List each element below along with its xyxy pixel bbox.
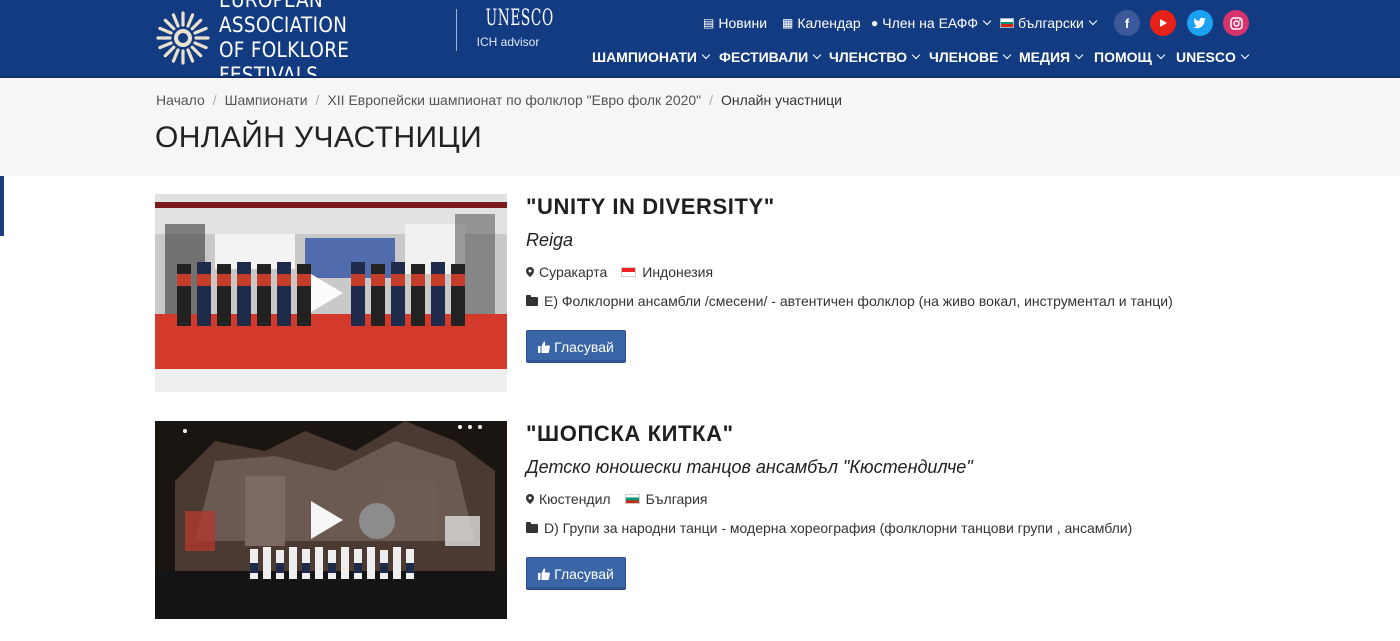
calendar-link[interactable]: ▦ Календар	[782, 13, 861, 33]
nav-members-label: ЧЛЕНОВЕ	[929, 49, 999, 65]
entry-title[interactable]: "ШОПСКА КИТКА"	[526, 421, 734, 447]
entry-location: Кюстендил България	[526, 491, 707, 507]
member-label: Член на ЕАФФ	[882, 15, 979, 31]
site-logo[interactable]: EUROPEAN ASSOCIATION OF FOLKLORE FESTIVA…	[155, 0, 469, 87]
play-icon[interactable]	[311, 501, 343, 539]
vote-label: Гласувай	[554, 565, 614, 582]
video-thumbnail[interactable]	[155, 421, 507, 619]
chevron-down-icon	[982, 16, 992, 26]
vote-label: Гласувай	[554, 338, 614, 355]
nav-members[interactable]: ЧЛЕНОВЕ	[929, 47, 1012, 67]
chevron-down-icon	[813, 50, 822, 60]
entry-country: Индонезия	[642, 264, 714, 280]
entry-category: D) Групи за народни танци - модерна хоре…	[526, 520, 1132, 536]
youtube-icon[interactable]	[1150, 10, 1176, 36]
entry-location: Суракарта Индонезия	[526, 264, 713, 280]
bulgaria-flag-icon	[624, 494, 640, 504]
vote-button[interactable]: Гласувай	[526, 330, 626, 363]
entry-group-name: Reiga	[526, 230, 574, 250]
entry-category-label: D) Групи за народни танци - модерна хоре…	[544, 520, 1133, 536]
breadcrumb-home[interactable]: Начало	[156, 92, 205, 108]
news-link[interactable]: ▤ Новини	[703, 13, 767, 33]
instagram-camera-glyph	[1229, 16, 1243, 30]
entry-title[interactable]: "UNITY IN DIVERSITY"	[526, 194, 775, 220]
user-icon: ●	[871, 16, 879, 30]
page-title: ОНЛАЙН УЧАСТНИЦИ	[155, 121, 483, 154]
video-thumbnail[interactable]	[155, 194, 507, 392]
chevron-down-icon	[1003, 50, 1012, 60]
play-icon[interactable]	[311, 274, 343, 312]
instagram-icon[interactable]	[1223, 10, 1249, 36]
breadcrumb-separator: /	[709, 92, 714, 108]
nav-media-label: МЕДИЯ	[1019, 49, 1071, 65]
breadcrumb-championships[interactable]: Шампионати	[225, 92, 308, 108]
nav-media[interactable]: МЕДИЯ	[1019, 47, 1084, 67]
chevron-down-icon	[1088, 16, 1098, 26]
language-dropdown[interactable]: български	[1000, 13, 1098, 33]
breadcrumb-separator: /	[212, 92, 217, 108]
calendar-icon: ▦	[782, 16, 794, 30]
bulgaria-flag-icon	[1000, 18, 1014, 28]
site-header: EUROPEAN ASSOCIATION OF FOLKLORE FESTIVA…	[0, 0, 1400, 87]
breadcrumb-current: Онлайн участници	[721, 92, 842, 108]
indonesia-flag-icon	[621, 267, 637, 277]
entry-category-label: E) Фолклорни ансамбли /смесени/ - автент…	[544, 293, 1173, 309]
nav-membership[interactable]: ЧЛЕНСТВО	[829, 47, 921, 67]
member-dropdown[interactable]: ● Член на ЕАФФ	[871, 13, 992, 33]
newspaper-icon: ▤	[703, 16, 715, 30]
chevron-down-icon	[1240, 50, 1250, 60]
nav-championships[interactable]: ШАМПИОНАТИ	[592, 47, 711, 67]
unesco-badge[interactable]: UNESCO ICH advisor	[472, 5, 554, 49]
chevron-down-icon	[911, 50, 921, 60]
unesco-subtitle: ICH advisor	[476, 35, 540, 49]
nav-championships-label: ШАМПИОНАТИ	[592, 49, 697, 65]
twitter-bird-glyph	[1193, 17, 1206, 29]
vote-button[interactable]: Гласувай	[526, 557, 626, 590]
chevron-down-icon	[701, 50, 711, 60]
news-label: Новини	[718, 15, 768, 31]
logo-divider	[456, 9, 457, 51]
folder-icon	[526, 521, 538, 533]
sun-emblem-icon	[156, 11, 210, 65]
chevron-down-icon	[1156, 50, 1166, 60]
calendar-label: Календар	[797, 15, 861, 31]
youtube-play-glyph	[1160, 19, 1167, 27]
entry-group-name: Детско юношески танцов ансамбъл "Кюстенд…	[526, 457, 973, 477]
twitter-icon[interactable]	[1187, 10, 1213, 36]
entry-country: България	[645, 491, 708, 507]
breadcrumb-event[interactable]: XII Европейски шампионат по фолклор "Евр…	[327, 92, 701, 108]
thumbs-up-icon	[538, 341, 551, 353]
nav-festivals[interactable]: ФЕСТИВАЛИ	[719, 47, 822, 67]
chevron-down-icon	[1074, 50, 1084, 60]
entry-city: Суракарта	[539, 264, 608, 280]
left-edge-accent	[0, 176, 4, 236]
entry-category: E) Фолклорни ансамбли /смесени/ - автент…	[526, 293, 1173, 309]
logo-text: EUROPEAN ASSOCIATION OF FOLKLORE FESTIVA…	[219, 0, 439, 88]
participant-card: "ШОПСКА КИТКА" Детско юношески танцов ан…	[155, 421, 1255, 621]
thumbs-up-icon	[538, 568, 551, 580]
breadcrumb: Начало / Шампионати / XII Европейски шампион…	[156, 92, 842, 108]
logo-line-1: EUROPEAN ASSOCIATION	[219, 0, 348, 37]
breadcrumb-separator: /	[315, 92, 320, 108]
unesco-wordmark: UNESCO	[485, 6, 554, 31]
nav-membership-label: ЧЛЕНСТВО	[829, 49, 908, 65]
nav-unesco[interactable]: UNESCO	[1176, 47, 1250, 67]
facebook-icon[interactable]: f	[1114, 10, 1140, 36]
nav-unesco-label: UNESCO	[1176, 49, 1236, 65]
entry-city: Кюстендил	[539, 491, 611, 507]
map-marker-icon	[526, 267, 534, 277]
language-label: български	[1018, 15, 1084, 31]
nav-help[interactable]: ПОМОЩ	[1094, 47, 1166, 67]
nav-festivals-label: ФЕСТИВАЛИ	[719, 49, 809, 65]
folder-icon	[526, 294, 538, 306]
nav-help-label: ПОМОЩ	[1094, 49, 1152, 65]
map-marker-icon	[526, 494, 534, 504]
participant-card: "UNITY IN DIVERSITY" Reiga Суракарта Инд…	[155, 194, 1255, 394]
